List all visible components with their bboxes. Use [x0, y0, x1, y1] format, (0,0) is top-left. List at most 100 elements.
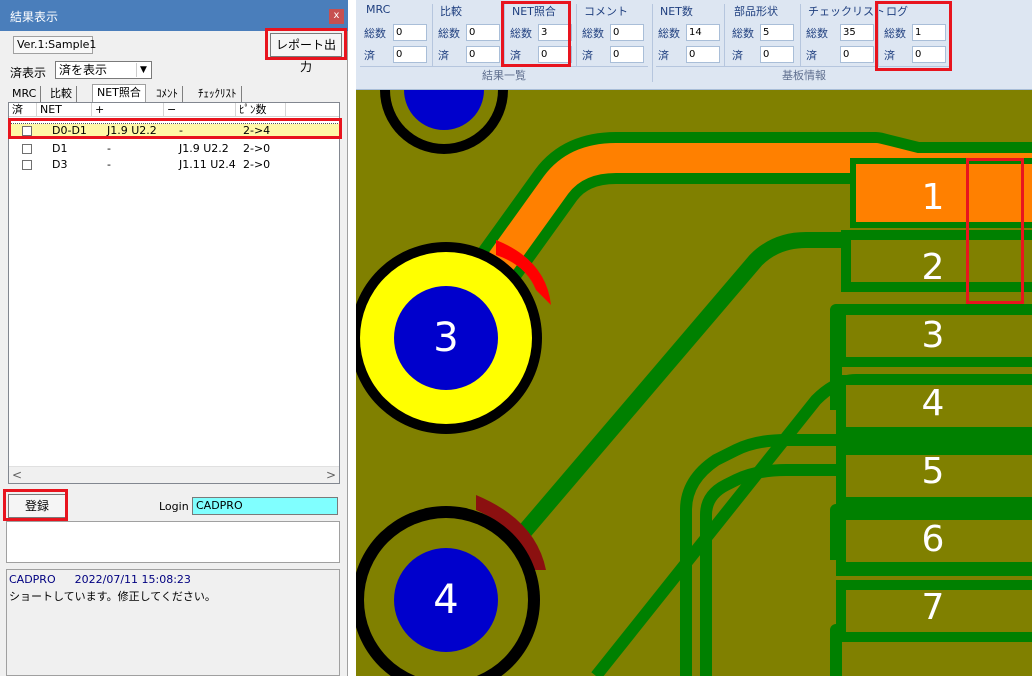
net-cell: D3	[52, 158, 68, 171]
ribbon-separator	[724, 4, 725, 66]
column-header-plus[interactable]: +	[92, 103, 164, 117]
ribbon-separator	[504, 4, 505, 66]
log-header: CADPRO 2022/07/11 15:08:23	[9, 573, 191, 586]
scroll-right-icon[interactable]: >	[326, 468, 336, 482]
ribbon-title-comment: コメント	[584, 5, 628, 18]
done-label: 済	[438, 49, 449, 62]
pad-label-4: 4	[433, 577, 459, 623]
list-row[interactable]: D3 - J1.11 U2.4 2->0	[9, 158, 339, 172]
done-label: 済	[510, 49, 521, 62]
plus-cell: -	[107, 142, 111, 155]
net-count-done-field: 0	[686, 46, 720, 63]
tab-strip: MRC 比較 NET照合 ｺﾒﾝﾄ ﾁｪｯｸﾘｽﾄ	[8, 84, 344, 102]
net-check-done-field: 0	[538, 46, 572, 63]
ribbon-title-net-check: NET照合	[512, 5, 556, 18]
log-done-field: 0	[912, 46, 946, 63]
pin-label-4: 4	[921, 383, 945, 424]
minus-cell: J1.9 U2.2	[179, 142, 229, 155]
checklist-total-field: 35	[840, 24, 874, 41]
pins-cell: 2->0	[243, 158, 271, 171]
total-label: 総数	[582, 27, 604, 40]
ribbon-title-part-shape: 部品形状	[734, 5, 778, 18]
net-check-list[interactable]: 済 NET + − ﾋﾟﾝ数 D0-D1 J1.9 U2.2 - 2->4 D1…	[8, 102, 340, 484]
scroll-left-icon[interactable]: <	[12, 468, 22, 482]
net-check-total-field: 3	[538, 24, 572, 41]
compare-done-field: 0	[466, 46, 500, 63]
pins-cell: 2->4	[243, 124, 271, 137]
filter-label: 済表示	[10, 66, 47, 80]
mrc-done-field: 0	[393, 46, 427, 63]
list-row-selected[interactable]: D0-D1 J1.9 U2.2 - 2->4	[9, 123, 339, 139]
column-header-net[interactable]: NET	[37, 103, 92, 117]
login-field[interactable]: CADPRO	[192, 497, 338, 515]
plus-cell: J1.9 U2.2	[107, 124, 157, 137]
mrc-total-field: 0	[393, 24, 427, 41]
pin-label-1: 1	[921, 177, 945, 218]
comment-input[interactable]	[6, 521, 340, 563]
ribbon-separator	[800, 4, 801, 66]
done-label: 済	[884, 49, 895, 62]
log-message: ショートしています。修正してください。	[9, 590, 216, 603]
tab-checklist[interactable]: ﾁｪｯｸﾘｽﾄ	[194, 86, 242, 102]
ribbon-separator	[432, 4, 433, 66]
result-group-label: 結果一覧	[482, 69, 526, 82]
done-checkbox[interactable]	[22, 160, 32, 170]
board-group-label: 基板情報	[782, 69, 826, 82]
ribbon-title-checklist: チェックリスト	[808, 5, 885, 18]
pin-label-6: 6	[921, 519, 945, 560]
log-area: CADPRO 2022/07/11 15:08:23 ショートしています。修正し…	[6, 569, 340, 676]
done-label: 済	[806, 49, 817, 62]
window-title: 結果表示	[10, 10, 59, 24]
pin-label-2: 2	[921, 247, 945, 288]
done-label: 済	[658, 49, 669, 62]
tab-comment[interactable]: ｺﾒﾝﾄ	[152, 86, 183, 102]
column-header-done[interactable]: 済	[9, 103, 37, 117]
done-label: 済	[582, 49, 593, 62]
ribbon-separator	[878, 4, 879, 66]
comment-total-field: 0	[610, 24, 644, 41]
tab-compare[interactable]: 比較	[46, 86, 77, 102]
total-label: 総数	[510, 27, 532, 40]
report-output-button[interactable]: レポート出力	[270, 33, 342, 74]
ribbon-title-compare: 比較	[440, 5, 462, 18]
horizontal-scrollbar[interactable]: < >	[9, 466, 339, 483]
part-shape-done-field: 0	[760, 46, 794, 63]
total-label: 総数	[732, 27, 754, 40]
tab-net-check[interactable]: NET照合	[92, 84, 146, 102]
log-user: CADPRO	[9, 573, 56, 586]
tab-mrc[interactable]: MRC	[8, 86, 42, 102]
compare-total-field: 0	[466, 24, 500, 41]
filter-dropdown[interactable]: 済を表示 ▼	[55, 61, 152, 79]
chevron-down-icon[interactable]: ▼	[136, 63, 150, 77]
net-cell: D1	[52, 142, 68, 155]
pin-label-3: 3	[921, 315, 945, 356]
column-header-minus[interactable]: −	[164, 103, 236, 117]
list-header: 済 NET + − ﾋﾟﾝ数	[9, 103, 339, 117]
done-checkbox[interactable]	[22, 144, 32, 154]
ribbon-title-mrc: MRC	[366, 3, 391, 16]
window-titlebar[interactable]: 結果表示 x	[0, 0, 348, 31]
done-label: 済	[364, 49, 375, 62]
close-button[interactable]: x	[329, 9, 344, 24]
pin-label-7: 7	[921, 587, 945, 628]
log-total-field: 1	[912, 24, 946, 41]
total-label: 総数	[364, 27, 386, 40]
plus-cell: -	[107, 158, 111, 171]
checklist-done-field: 0	[840, 46, 874, 63]
pcb-view[interactable]: 3 4 1 2 3 4 5 6 7	[356, 90, 1032, 676]
result-panel: 結果表示 x Ver.1:Sample1 レポート出力 済表示 済を表示 ▼ M…	[0, 0, 348, 676]
done-checkbox[interactable]	[22, 126, 32, 136]
total-label: 総数	[806, 27, 828, 40]
register-button[interactable]: 登録	[8, 494, 66, 518]
version-label: Ver.1:Sample1	[13, 36, 96, 54]
column-header-pins[interactable]: ﾋﾟﾝ数	[236, 103, 286, 117]
list-row[interactable]: D1 - J1.9 U2.2 2->0	[9, 142, 339, 156]
ribbon-title-log: ログ	[886, 5, 908, 18]
total-label: 総数	[658, 27, 680, 40]
login-label: Login	[159, 500, 189, 513]
minus-cell: -	[179, 124, 183, 137]
part-shape-total-field: 5	[760, 24, 794, 41]
pad-label-3: 3	[433, 315, 459, 361]
minus-cell: J1.11 U2.4	[179, 158, 236, 171]
total-label: 総数	[884, 27, 906, 40]
